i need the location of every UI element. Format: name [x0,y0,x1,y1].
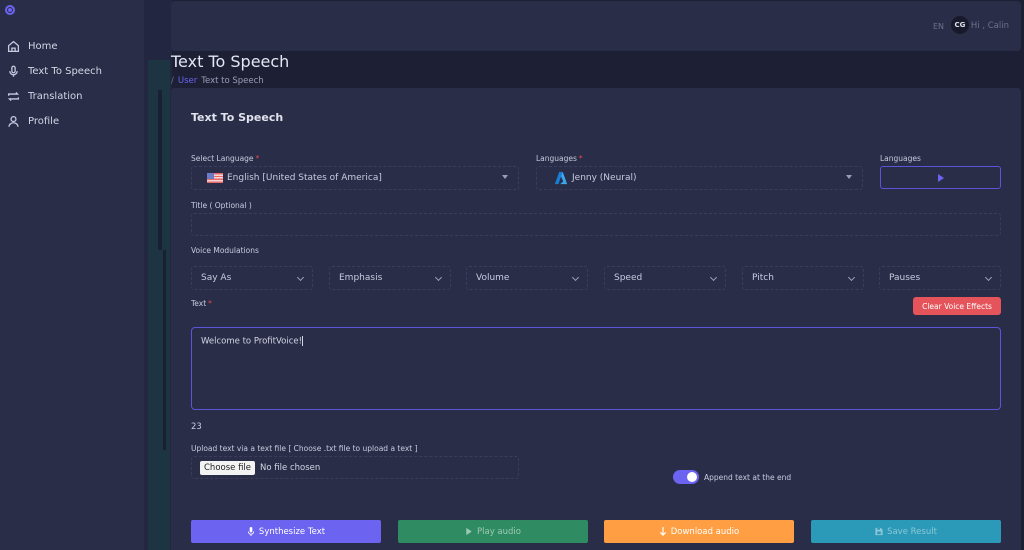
chevron-down-icon [434,273,443,282]
volume-select[interactable]: Volume [466,266,588,290]
required-mark: * [578,154,583,163]
background-decoration [158,90,162,250]
microphone-icon [247,527,255,536]
append-text-toggle[interactable] [673,470,699,484]
select-value: Emphasis [339,273,383,283]
button-label: Save Result [887,526,937,537]
language-switcher[interactable]: EN [933,22,944,31]
chevron-down-icon [709,273,718,282]
user-icon [8,115,19,127]
sidebar-item-label: Home [28,41,58,52]
button-label: Download audio [670,526,740,537]
language-select-value: English [United States of America] [227,173,382,183]
select-value: Speed [614,273,643,283]
label-text: Text [191,299,207,308]
sidebar-item-translation[interactable]: Translation [0,84,144,109]
sidebar-item-label: Profile [28,116,60,127]
text-input-value: Welcome to ProfitVoice! [201,336,303,347]
play-audio-button[interactable]: Play audio [398,520,588,543]
microphone-icon [9,65,18,77]
save-icon [875,527,883,536]
top-navbar: EN CG Hi , Calin [171,1,1021,51]
label-text: Languages [536,154,577,163]
title-label: Title ( Optional ) [191,201,252,210]
required-mark: * [208,299,212,308]
clear-voice-effects-button[interactable]: Clear Voice Effects [913,297,1001,315]
character-count: 23 [191,422,202,432]
select-value: Pauses [889,273,921,283]
append-text-label: Append text at the end [704,473,792,482]
sidebar-item-label: Text To Speech [28,66,102,77]
us-flag-icon [207,173,223,183]
card-title: Text To Speech [191,111,284,124]
choose-file-button[interactable]: Choose file [200,460,256,475]
sidebar-nav: Home Text To Speech Translation Profile [0,34,144,134]
sidebar-item-profile[interactable]: Profile [0,109,144,134]
sidebar: Home Text To Speech Translation Profile [0,0,144,550]
synthesize-text-button[interactable]: Synthesize Text [191,520,381,543]
preview-label: Languages [880,154,921,163]
background-decoration [163,250,166,450]
required-mark: * [255,154,260,163]
azure-icon [554,171,568,185]
select-value: Pitch [752,273,774,283]
breadcrumb-separator: / [171,76,174,86]
chevron-down-icon [296,273,305,282]
user-greeting[interactable]: Hi , Calin [971,21,1009,31]
download-audio-button[interactable]: Download audio [604,520,794,543]
sidebar-item-home[interactable]: Home [0,34,144,59]
label-text: Select Language [191,154,254,163]
preview-voice-button[interactable] [880,166,1001,189]
button-label: Synthesize Text [258,526,326,537]
language-select[interactable]: English [United States of America] [191,166,519,190]
repeat-icon [7,91,20,102]
avatar[interactable]: CG [951,16,969,34]
breadcrumb-current: Text to Speech [201,76,264,86]
sidebar-item-label: Translation [28,91,83,102]
breadcrumb-user-link[interactable]: User [178,76,197,86]
select-value: Volume [476,273,510,283]
upload-label: Upload text via a text file [ Choose .tx… [191,444,418,453]
voice-select-value: Jenny (Neural) [572,173,637,183]
text-cursor [302,336,304,346]
play-icon [466,527,472,536]
text-input[interactable]: Welcome to ProfitVoice! [191,327,1001,410]
voice-modulations-label: Voice Modulations [191,246,259,255]
pauses-select[interactable]: Pauses [879,266,1001,290]
tts-form-card: Text To Speech Select Language * English … [171,88,1021,550]
page-title: Text To Speech [171,52,290,71]
caret-down-icon [846,175,852,179]
sidebar-item-text-to-speech[interactable]: Text To Speech [0,59,144,84]
voice-select[interactable]: Jenny (Neural) [536,166,863,190]
chevron-down-icon [984,273,993,282]
home-icon [7,40,20,53]
select-value: Say As [201,273,232,283]
voice-label: Languages * [536,154,583,163]
caret-down-icon [502,175,508,179]
file-upload-input[interactable]: Choose file No file chosen [191,456,519,479]
emphasis-select[interactable]: Emphasis [329,266,451,290]
play-icon [937,173,944,182]
pitch-select[interactable]: Pitch [742,266,864,290]
select-language-label: Select Language * [191,154,259,163]
say-as-select[interactable]: Say As [191,266,313,290]
button-label: Play audio [477,526,521,537]
text-label: Text * [191,299,212,308]
arrow-down-icon [659,527,666,536]
breadcrumb: / User Text to Speech [171,76,264,86]
title-input[interactable] [191,213,1001,236]
chevron-down-icon [847,273,856,282]
file-status: No file chosen [260,462,321,473]
save-result-button[interactable]: Save Result [811,520,1001,543]
circle-logo-icon[interactable] [5,5,15,15]
chevron-down-icon [571,273,580,282]
speed-select[interactable]: Speed [604,266,726,290]
